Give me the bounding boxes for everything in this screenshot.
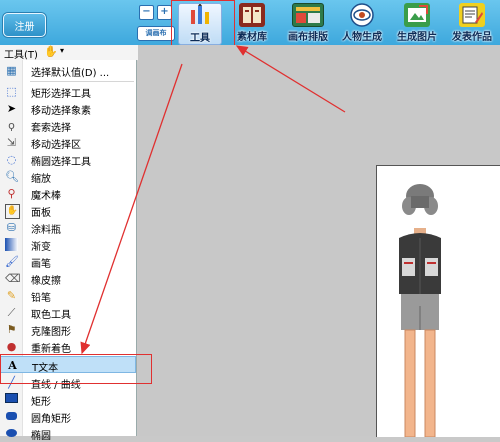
menu-item-label: 取色工具 xyxy=(31,310,71,321)
menu-item-label: 魔术棒 xyxy=(31,191,61,202)
menu-item-eraser[interactable]: ⌫ 橡皮擦 xyxy=(0,270,136,287)
rect-select-icon: ⬚ xyxy=(6,85,17,98)
gradient-icon xyxy=(5,238,18,251)
brush-icon: 🖌︎ xyxy=(5,255,19,268)
clone-stamp-icon: ⚑ xyxy=(6,323,17,336)
text-item-highlight-box xyxy=(0,354,152,384)
menu-item-move-selection[interactable]: ⇲ 移动选择区 xyxy=(0,134,136,151)
paint-bucket-icon: ⛁ xyxy=(6,221,17,234)
toolbar-layout-button[interactable]: 画布排版 xyxy=(283,3,333,43)
menu-item-default-select[interactable]: ▦ 选择默认值(D) ... xyxy=(0,62,136,79)
menu-item-label: 铅笔 xyxy=(31,293,51,304)
toolbar-character-label: 人物生成 xyxy=(342,32,382,43)
canvas-control: − + 调画布 xyxy=(137,4,175,41)
menu-item-magic-wand[interactable]: ⚲ 魔术棒 xyxy=(0,185,136,202)
toolbar-publish-button[interactable]: 发表作品 xyxy=(446,3,498,43)
menu-item-label: 涂料瓶 xyxy=(31,225,61,236)
materials-icon xyxy=(239,3,265,27)
move-pixels-icon: ➤ xyxy=(6,102,17,115)
menu-item-rectangle[interactable]: 矩形 xyxy=(0,391,136,408)
toolbar-character-button[interactable]: 人物生成 xyxy=(337,3,387,43)
toolbar-materials-label: 素材库 xyxy=(237,32,267,43)
recolor-icon: ● xyxy=(6,340,17,353)
menu-item-label: 渐变 xyxy=(31,242,51,253)
eraser-icon: ⌫ xyxy=(5,272,21,285)
menu-item-recolor[interactable]: ● 重新着色 xyxy=(0,338,136,355)
register-label: 注册 xyxy=(14,21,35,33)
hand-icon: ✋ xyxy=(5,204,20,219)
zoom-icon: 🔍︎ xyxy=(5,170,19,183)
top-toolbar: 注册 − + 调画布 工具 素材库 画布排版 人物生成 生成图片 发表作品 xyxy=(0,0,500,45)
menu-item-pencil[interactable]: ✎ 铅笔 xyxy=(0,287,136,304)
menu-item-label: 面板 xyxy=(31,208,51,219)
magic-wand-icon: ⚲ xyxy=(7,187,16,200)
menu-item-color-picker[interactable]: ⟋ 取色工具 xyxy=(0,304,136,321)
toolbar-materials-button[interactable]: 素材库 xyxy=(232,3,272,43)
tools-menubar[interactable]: 工具(T) ✋ ▾ xyxy=(0,45,138,61)
tools-highlight-box xyxy=(171,0,235,46)
menu-item-label: 克隆图形 xyxy=(31,327,71,338)
eye-icon xyxy=(349,3,375,27)
toolbar-layout-label: 画布排版 xyxy=(288,32,328,43)
menu-item-ellipse-select[interactable]: ◌ 椭圆选择工具 xyxy=(0,151,136,168)
canvas-label[interactable]: 调画布 xyxy=(137,26,175,41)
menu-item-label: 画笔 xyxy=(31,259,51,270)
menu-item-label: 套索选择 xyxy=(31,123,71,134)
menu-item-rect-select[interactable]: ⬚ 矩形选择工具 xyxy=(0,83,136,100)
menu-item-label: 移动选择象素 xyxy=(31,106,91,117)
color-picker-icon: ⟋ xyxy=(7,306,16,319)
menu-item-label: 选择默认值(D) ... xyxy=(31,68,110,79)
menu-item-lasso[interactable]: ϙ 套索选择 xyxy=(0,117,136,134)
menu-item-paint-bucket[interactable]: ⛁ 涂料瓶 xyxy=(0,219,136,236)
pencil-icon: ✎ xyxy=(6,289,17,302)
register-button[interactable]: 注册 xyxy=(3,13,46,37)
publish-icon xyxy=(459,3,485,27)
menu-item-clone[interactable]: ⚑ 克隆图形 xyxy=(0,321,136,338)
toolbar-export-label: 生成图片 xyxy=(397,32,437,43)
expand-canvas-icon[interactable]: + xyxy=(157,5,172,20)
menu-separator xyxy=(30,81,134,82)
tools-menu-label[interactable]: 工具(T) xyxy=(4,46,38,61)
menu-item-label: 重新着色 xyxy=(31,344,71,355)
menu-item-label: 矩形 xyxy=(31,397,51,408)
menu-item-label: 橡皮擦 xyxy=(31,276,61,287)
rounded-rect-icon xyxy=(5,410,18,423)
rectangle-icon xyxy=(5,393,18,406)
menu-item-brush[interactable]: 🖌︎ 画笔 xyxy=(0,253,136,270)
ellipse-select-icon: ◌ xyxy=(6,153,17,166)
menu-item-ellipse[interactable]: 椭圆 xyxy=(0,425,136,442)
menu-item-label: 缩放 xyxy=(31,174,51,185)
ellipse-icon xyxy=(5,427,18,440)
menu-item-zoom[interactable]: 🔍︎ 缩放 xyxy=(0,168,136,185)
move-selection-icon: ⇲ xyxy=(6,136,17,149)
menu-item-label: 圆角矩形 xyxy=(31,414,71,425)
hand-icon: ✋ xyxy=(44,45,58,58)
menu-item-label: 移动选择区 xyxy=(31,140,81,151)
toolbar-export-button[interactable]: 生成图片 xyxy=(392,3,442,43)
export-image-icon xyxy=(404,3,430,27)
menu-item-label: 矩形选择工具 xyxy=(31,89,91,100)
menu-item-pan[interactable]: ✋ 面板 xyxy=(0,202,136,219)
menu-item-move-pixels[interactable]: ➤ 移动选择象素 xyxy=(0,100,136,117)
menu-item-rounded-rect[interactable]: 圆角矩形 xyxy=(0,408,136,425)
menu-item-gradient[interactable]: 渐变 xyxy=(0,236,136,253)
drawing-canvas[interactable] xyxy=(376,165,500,438)
default-select-icon: ▦ xyxy=(6,64,17,77)
shrink-canvas-icon[interactable]: − xyxy=(139,5,154,20)
menu-item-label: 椭圆 xyxy=(31,431,51,442)
lasso-icon: ϙ xyxy=(8,119,15,132)
layout-icon xyxy=(292,3,324,27)
menu-item-label: 椭圆选择工具 xyxy=(31,157,91,168)
character-figure xyxy=(399,184,441,438)
toolbar-publish-label: 发表作品 xyxy=(452,32,492,43)
dropdown-arrow-icon[interactable]: ▾ xyxy=(60,46,64,55)
